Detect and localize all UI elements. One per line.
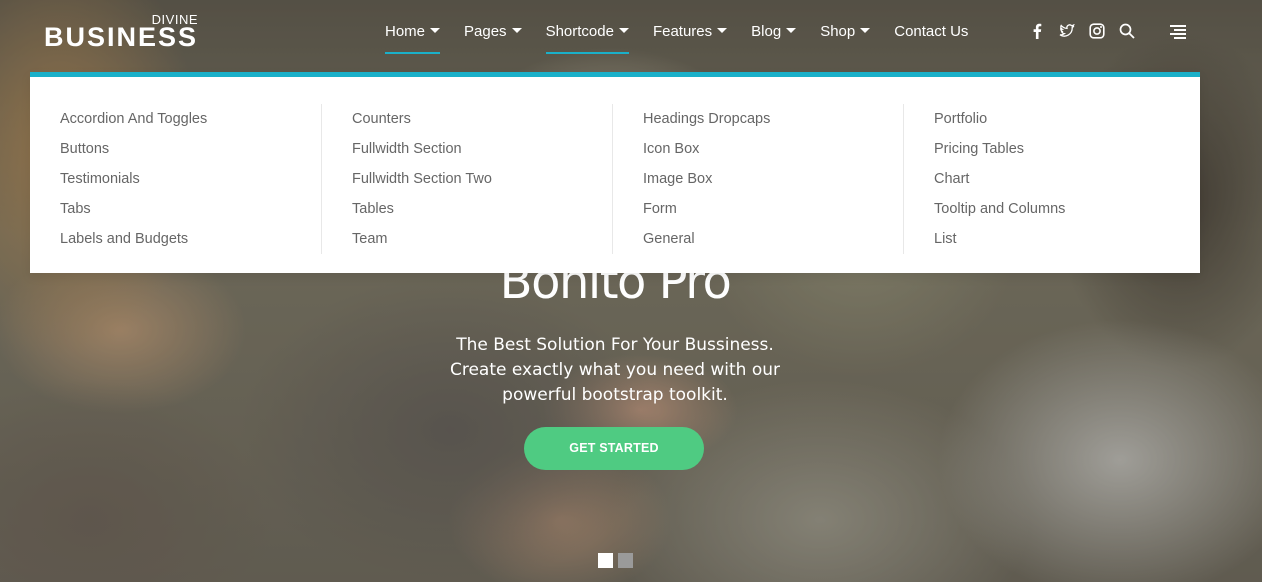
mega-menu-link[interactable]: Fullwidth Section xyxy=(352,134,613,164)
mega-menu-link[interactable]: Fullwidth Section Two xyxy=(352,164,613,194)
nav-item-shop[interactable]: Shop xyxy=(820,20,871,54)
header-icons xyxy=(1029,22,1149,40)
mega-menu-link[interactable]: General xyxy=(643,224,904,254)
instagram-icon[interactable] xyxy=(1089,22,1105,40)
nav-label: Shop xyxy=(820,23,856,40)
mega-menu-link[interactable]: Form xyxy=(643,194,904,224)
hero-subtitle: The Best Solution For Your Bussiness. Cr… xyxy=(0,333,1230,408)
caret-down-icon xyxy=(618,27,629,33)
mega-menu-link[interactable]: Counters xyxy=(352,104,613,134)
caret-down-icon xyxy=(430,27,441,33)
get-started-button[interactable]: GET STARTED xyxy=(524,427,704,470)
nav-item-contact-us[interactable]: Contact Us xyxy=(894,20,968,54)
logo-title: BUSINESS xyxy=(44,22,199,52)
mega-menu-link[interactable]: Icon Box xyxy=(643,134,904,164)
facebook-icon[interactable] xyxy=(1029,22,1045,40)
nav-label: Blog xyxy=(751,23,782,40)
mega-menu-link[interactable]: Chart xyxy=(934,164,1195,194)
hero-subtitle-line: Create exactly what you need with our xyxy=(449,360,781,380)
main-nav: Home Pages Shortcode Features Blog Shop … xyxy=(385,20,992,54)
hero-subtitle-line: The Best Solution For Your Bussiness. xyxy=(456,335,774,355)
slider-dot-2[interactable] xyxy=(618,553,633,568)
mega-menu-link[interactable]: Pricing Tables xyxy=(934,134,1195,164)
mega-menu-link[interactable]: Tabs xyxy=(60,194,352,224)
shortcode-mega-menu: Accordion And Toggles Buttons Testimonia… xyxy=(30,72,1200,273)
mega-menu-link[interactable]: Tooltip and Columns xyxy=(934,194,1195,224)
mega-menu-link[interactable]: Tables xyxy=(352,194,613,224)
mega-menu-link[interactable]: Labels and Budgets xyxy=(60,224,352,254)
mega-menu-link[interactable]: Headings Dropcaps xyxy=(643,104,904,134)
nav-label: Shortcode xyxy=(545,23,614,40)
mega-menu-link[interactable]: Buttons xyxy=(60,134,352,164)
caret-down-icon xyxy=(786,27,797,33)
nav-label: Pages xyxy=(464,23,507,40)
nav-label: Contact Us xyxy=(894,23,969,40)
nav-label: Home xyxy=(385,23,426,40)
mega-menu-link[interactable]: Portfolio xyxy=(934,104,1195,134)
nav-item-shortcode[interactable]: Shortcode xyxy=(545,20,630,54)
nav-label: Features xyxy=(652,23,713,40)
nav-item-features[interactable]: Features xyxy=(652,20,728,54)
caret-down-icon xyxy=(717,27,728,33)
mega-menu-column: Headings Dropcaps Icon Box Image Box For… xyxy=(612,104,904,254)
mega-menu-column: Accordion And Toggles Buttons Testimonia… xyxy=(60,104,352,254)
site-header: DIVINE BUSINESS Home Pages Shortcode Fea… xyxy=(0,0,1262,72)
search-icon[interactable] xyxy=(1119,22,1135,40)
mega-menu-column: Counters Fullwidth Section Fullwidth Sec… xyxy=(321,104,613,254)
twitter-icon[interactable] xyxy=(1059,22,1075,40)
mega-menu-column: Portfolio Pricing Tables Chart Tooltip a… xyxy=(903,104,1195,254)
hero-subtitle-line: powerful bootstrap toolkit. xyxy=(502,385,728,405)
nav-item-blog[interactable]: Blog xyxy=(751,20,797,54)
mega-menu-link[interactable]: Testimonials xyxy=(60,164,352,194)
mega-menu-link[interactable]: List xyxy=(934,224,1195,254)
site-logo[interactable]: DIVINE BUSINESS xyxy=(44,12,204,52)
mega-menu-link[interactable]: Team xyxy=(352,224,613,254)
slider-dot-1[interactable] xyxy=(598,553,613,568)
caret-down-icon xyxy=(511,27,522,33)
nav-item-home[interactable]: Home xyxy=(385,20,441,54)
nav-item-pages[interactable]: Pages xyxy=(464,20,522,54)
hamburger-menu-icon[interactable] xyxy=(1170,25,1186,39)
slider-pagination xyxy=(598,553,638,568)
mega-menu-link[interactable]: Image Box xyxy=(643,164,904,194)
caret-down-icon xyxy=(860,27,871,33)
mega-menu-link[interactable]: Accordion And Toggles xyxy=(60,104,352,134)
